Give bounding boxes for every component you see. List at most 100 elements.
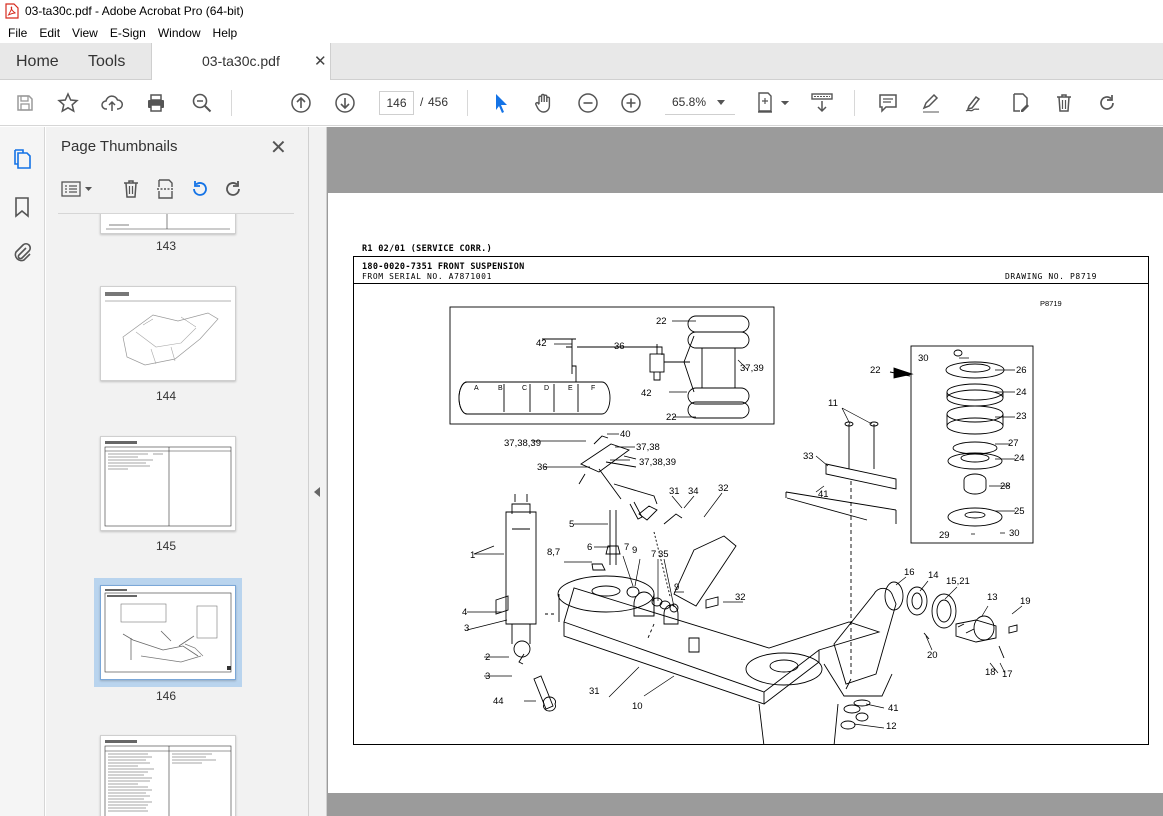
menu-help[interactable]: Help bbox=[207, 26, 244, 40]
page-thumbnail[interactable] bbox=[100, 214, 236, 234]
extract-pages-icon[interactable] bbox=[154, 178, 176, 200]
edit-pdf-icon[interactable] bbox=[1008, 91, 1032, 115]
callout-label: 1 bbox=[470, 550, 475, 561]
tab-document-label: 03-ta30c.pdf bbox=[202, 53, 280, 69]
callout-label: 12 bbox=[886, 721, 897, 732]
highlight-pen-icon[interactable] bbox=[919, 91, 943, 115]
page-thumbnails-icon[interactable] bbox=[10, 147, 34, 171]
callout-label: 16 bbox=[904, 567, 915, 578]
callout-label: 22 bbox=[666, 412, 677, 423]
page-thumbnail[interactable] bbox=[100, 436, 236, 531]
page-fit-icon[interactable] bbox=[755, 91, 791, 115]
page-thumbnail[interactable] bbox=[100, 735, 236, 816]
bookmarks-icon[interactable] bbox=[10, 195, 34, 219]
rotate-icon[interactable] bbox=[1095, 91, 1119, 115]
callout-label: 14 bbox=[928, 570, 939, 581]
next-page-icon[interactable] bbox=[333, 91, 357, 115]
toolbar: 146 / 456 65.8% bbox=[0, 80, 1163, 126]
page-thumbnails-panel: Page Thumbnails ✕ 143 144 145 146 bbox=[46, 127, 347, 816]
tab-document[interactable]: 03-ta30c.pdf ✕ bbox=[151, 43, 331, 80]
toolbar-separator bbox=[854, 90, 855, 116]
rotate-right-icon[interactable] bbox=[222, 178, 244, 200]
thumbnail-list: 143 144 145 146 bbox=[46, 214, 286, 816]
left-navigation-rail bbox=[0, 127, 45, 816]
attachments-icon[interactable] bbox=[10, 241, 34, 265]
print-icon[interactable] bbox=[144, 91, 168, 115]
zoom-search-icon[interactable] bbox=[190, 91, 214, 115]
panel-title: Page Thumbnails bbox=[61, 138, 178, 155]
callout-label: 41 bbox=[818, 489, 829, 500]
scroll-mode-icon[interactable] bbox=[810, 91, 834, 115]
collapse-arrow-icon[interactable] bbox=[314, 487, 320, 497]
page-number-input[interactable]: 146 bbox=[379, 91, 414, 115]
comment-icon[interactable] bbox=[876, 91, 900, 115]
zoom-level-select[interactable]: 65.8% bbox=[665, 91, 735, 115]
callout-label: 19 bbox=[1020, 596, 1031, 607]
select-cursor-icon[interactable] bbox=[489, 91, 513, 115]
title-bar: 03-ta30c.pdf - Adobe Acrobat Pro (64-bit… bbox=[0, 0, 1163, 22]
menu-file[interactable]: File bbox=[2, 26, 33, 40]
document-view[interactable]: R1 02/01 (SERVICE CORR.) 180-0020-7351 F… bbox=[327, 127, 1163, 816]
callout-label: 30 bbox=[918, 353, 929, 364]
thumbnail-page-number: 143 bbox=[155, 239, 177, 253]
fill-sign-icon[interactable] bbox=[962, 91, 986, 115]
tab-close-icon[interactable]: ✕ bbox=[314, 52, 327, 70]
chevron-down-icon bbox=[717, 100, 725, 105]
callout-label: 8,7 bbox=[547, 547, 560, 558]
callout-label: 37,38,39 bbox=[639, 457, 676, 468]
rotate-left-icon[interactable] bbox=[189, 178, 211, 200]
drawing-number: DRAWING NO. P8719 bbox=[1005, 272, 1098, 281]
callout-label: 28 bbox=[1000, 481, 1011, 492]
callout-label: 25 bbox=[1014, 506, 1025, 517]
callout-label: 33 bbox=[803, 451, 814, 462]
page-thumbnail-selected[interactable] bbox=[100, 585, 236, 680]
options-menu-icon[interactable] bbox=[60, 178, 96, 200]
callout-label: 3 bbox=[485, 671, 490, 682]
share-cloud-icon[interactable] bbox=[100, 91, 124, 115]
menu-view[interactable]: View bbox=[66, 26, 104, 40]
delete-pages-icon[interactable] bbox=[120, 178, 142, 200]
callout-label: 35 bbox=[658, 549, 669, 560]
zoom-level-value: 65.8% bbox=[672, 95, 707, 109]
callout-label: 11 bbox=[828, 398, 838, 409]
panel-collapse-handle[interactable] bbox=[309, 127, 327, 816]
save-icon[interactable] bbox=[13, 91, 37, 115]
bookmark-star-icon[interactable] bbox=[56, 91, 80, 115]
callout-label: 40 bbox=[620, 429, 631, 440]
callout-label: F bbox=[591, 385, 595, 392]
callout-label: 31 bbox=[589, 686, 600, 697]
tab-home[interactable]: Home bbox=[16, 53, 59, 71]
tab-tools[interactable]: Tools bbox=[88, 53, 125, 71]
thumbnail-tools bbox=[46, 167, 309, 205]
tab-bar: Home Tools 03-ta30c.pdf ✕ bbox=[0, 43, 1163, 80]
page-thumbnail[interactable] bbox=[100, 286, 236, 381]
page-separator: / bbox=[420, 95, 424, 109]
callout-label: 24 bbox=[1014, 453, 1025, 464]
menu-edit[interactable]: Edit bbox=[33, 26, 66, 40]
callout-label: 22 bbox=[870, 365, 881, 376]
callout-label: 22 bbox=[656, 316, 667, 327]
menu-esign[interactable]: E-Sign bbox=[104, 26, 152, 40]
callout-label: 32 bbox=[735, 592, 746, 603]
callout-label: 42 bbox=[641, 388, 652, 399]
callout-label: 42 bbox=[536, 338, 547, 349]
delete-icon[interactable] bbox=[1052, 91, 1076, 115]
pdf-page: R1 02/01 (SERVICE CORR.) 180-0020-7351 F… bbox=[328, 193, 1163, 793]
callout-label: 9 bbox=[632, 545, 637, 556]
hand-tool-icon[interactable] bbox=[532, 91, 556, 115]
zoom-out-icon[interactable] bbox=[576, 91, 600, 115]
thumbnail-page-number: 144 bbox=[155, 389, 177, 403]
toolbar-separator bbox=[231, 90, 232, 116]
previous-page-icon[interactable] bbox=[289, 91, 313, 115]
menu-bar: File Edit View E-Sign Window Help bbox=[0, 22, 1163, 43]
zoom-in-icon[interactable] bbox=[619, 91, 643, 115]
close-icon[interactable]: ✕ bbox=[270, 135, 287, 160]
menu-window[interactable]: Window bbox=[152, 26, 207, 40]
callout-label: 17 bbox=[1002, 669, 1013, 680]
callout-label: C bbox=[522, 385, 527, 392]
callout-label: 29 bbox=[939, 530, 950, 541]
callout-label: 23 bbox=[1016, 411, 1027, 422]
next-page-gap bbox=[328, 793, 1163, 816]
callout-label: 44 bbox=[493, 696, 504, 707]
acrobat-window: 03-ta30c.pdf - Adobe Acrobat Pro (64-bit… bbox=[0, 0, 1163, 816]
